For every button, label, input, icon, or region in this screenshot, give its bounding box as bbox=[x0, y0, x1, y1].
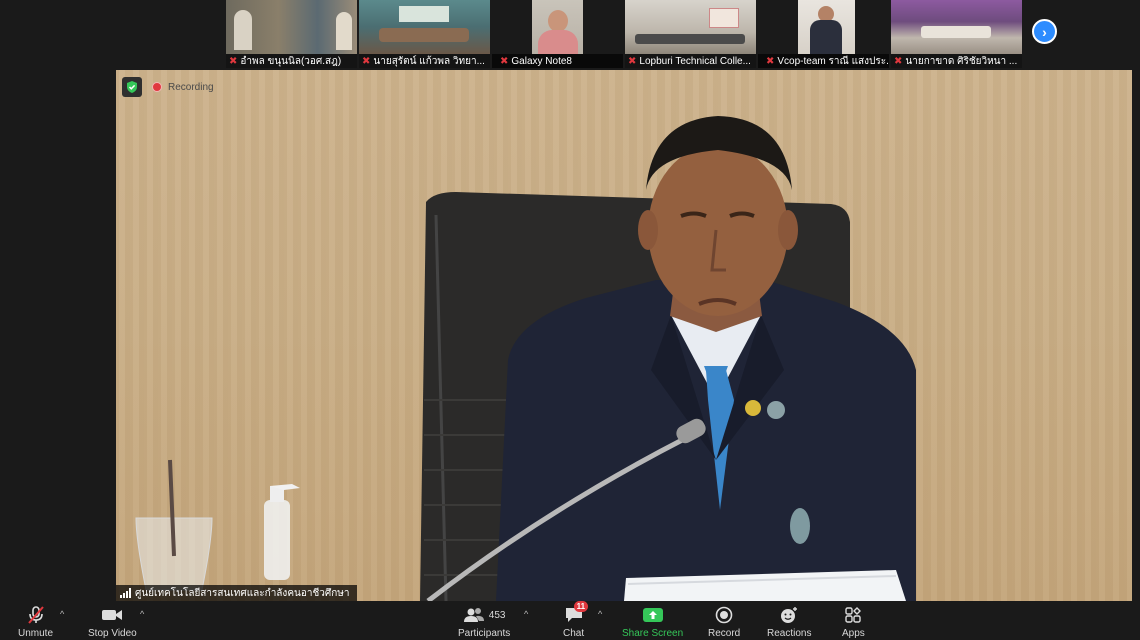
participant-name: Vcop-team ราณี แสงประ... bbox=[777, 55, 889, 67]
participant-name: Lopburi Technical Colle... bbox=[639, 55, 751, 67]
participant-tile-5[interactable]: ✖ Vcop-team ราณี แสงประ... bbox=[758, 0, 889, 68]
participant-name: Galaxy Note8 bbox=[511, 55, 572, 67]
record-icon bbox=[715, 604, 733, 626]
stop-video-button[interactable]: Stop Video bbox=[88, 604, 137, 639]
audio-options-caret-icon[interactable]: ^ bbox=[60, 609, 64, 619]
participant-namebar: ✖ นายกาขาด ศิริชัยวิหนา ... bbox=[891, 54, 1022, 68]
participant-name: อำพล ขนุนนิล(วอศ.สฎ) bbox=[240, 55, 342, 67]
participant-namebar: ✖ Vcop-team ราณี แสงประ... bbox=[758, 54, 889, 68]
recording-label: Recording bbox=[168, 81, 214, 93]
participant-video-3 bbox=[532, 0, 583, 54]
muted-mic-icon: ✖ bbox=[628, 55, 637, 67]
share-screen-label: Share Screen bbox=[622, 628, 684, 639]
recording-dot-icon bbox=[152, 82, 162, 92]
participant-namebar: ✖ Lopburi Technical Colle... bbox=[625, 54, 756, 68]
participant-namebar: ✖ นายสุรัตน์ แก้วพล วิทยา... bbox=[359, 54, 490, 68]
chat-label: Chat bbox=[563, 628, 585, 639]
participants-icon: 453 bbox=[463, 604, 506, 626]
video-options-caret-icon[interactable]: ^ bbox=[140, 609, 144, 619]
reactions-button[interactable]: Reactions bbox=[767, 604, 811, 639]
participant-namebar: ✖ Galaxy Note8 bbox=[492, 54, 623, 68]
smiley-plus-icon bbox=[779, 604, 799, 626]
participants-button[interactable]: 453 Participants bbox=[458, 604, 510, 639]
participant-tile-4[interactable]: ✖ Lopburi Technical Colle... bbox=[625, 0, 756, 68]
reactions-label: Reactions bbox=[767, 628, 812, 639]
chat-bubble-icon: 11 bbox=[564, 601, 589, 626]
participant-tile-2[interactable]: ✖ นายสุรัตน์ แก้วพล วิทยา... bbox=[359, 0, 490, 68]
participant-tile-1[interactable]: ✖ อำพล ขนุนนิล(วอศ.สฎ) bbox=[226, 0, 357, 68]
speaker-name: ศูนย์เทคโนโลยีสารสนเทศและกำลังคนอาชีวศึก… bbox=[135, 587, 350, 599]
share-screen-icon bbox=[642, 604, 664, 626]
stop-video-label: Stop Video bbox=[88, 628, 137, 639]
participant-name: นายสุรัตน์ แก้วพล วิทยา... bbox=[373, 55, 485, 67]
participant-video-6 bbox=[891, 0, 1022, 54]
unmute-label: Unmute bbox=[18, 628, 54, 639]
record-button[interactable]: Record bbox=[708, 604, 740, 639]
participant-strip: ✖ อำพล ขนุนนิล(วอศ.สฎ) ✖ นายสุรัตน์ แก้ว… bbox=[226, 0, 1022, 68]
participant-video-5 bbox=[798, 0, 855, 54]
chat-options-caret-icon[interactable]: ^ bbox=[598, 609, 602, 619]
muted-mic-icon: ✖ bbox=[766, 55, 775, 67]
participant-tile-3[interactable]: ✖ Galaxy Note8 bbox=[492, 0, 623, 68]
speaker-scene bbox=[135, 116, 916, 601]
video-camera-icon bbox=[101, 604, 123, 626]
participants-label: Participants bbox=[458, 628, 511, 639]
apps-button[interactable]: Apps bbox=[842, 604, 865, 639]
next-page-arrow-icon[interactable]: › bbox=[1032, 19, 1057, 44]
chat-button[interactable]: 11 Chat bbox=[563, 601, 589, 639]
muted-mic-icon: ✖ bbox=[362, 55, 371, 67]
speaker-name-tag: ศูนย์เทคโนโลยีสารสนเทศและกำลังคนอาชีวศึก… bbox=[116, 585, 358, 601]
recording-indicator: Recording bbox=[122, 77, 214, 97]
active-speaker-video: Recording ศูนย์เทคโนโลยีสารสนเทศและกำลัง… bbox=[116, 70, 1132, 601]
apps-label: Apps bbox=[842, 628, 865, 639]
participant-tile-6[interactable]: ✖ นายกาขาด ศิริชัยวิหนา ... bbox=[891, 0, 1022, 68]
participant-namebar: ✖ อำพล ขนุนนิล(วอศ.สฎ) bbox=[226, 54, 357, 68]
participants-count: 453 bbox=[488, 609, 506, 621]
apps-grid-icon bbox=[844, 604, 862, 626]
participant-name: นายกาขาด ศิริชัยวิหนา ... bbox=[905, 55, 1018, 67]
participant-video-1 bbox=[226, 0, 357, 54]
participants-options-caret-icon[interactable]: ^ bbox=[524, 609, 528, 619]
share-screen-button[interactable]: Share Screen bbox=[622, 604, 683, 639]
participant-video-2 bbox=[359, 0, 490, 54]
meeting-toolbar: Unmute ^ Stop Video ^ 453 Participants ^… bbox=[0, 601, 1140, 640]
muted-mic-icon: ✖ bbox=[894, 55, 903, 67]
security-shield-icon[interactable] bbox=[122, 77, 142, 97]
chat-unread-badge: 11 bbox=[573, 601, 589, 612]
participant-video-4 bbox=[625, 0, 756, 54]
record-label: Record bbox=[708, 628, 741, 639]
unmute-button[interactable]: Unmute bbox=[18, 604, 53, 639]
muted-microphone-icon bbox=[26, 604, 46, 626]
signal-strength-icon bbox=[120, 588, 131, 598]
muted-mic-icon: ✖ bbox=[500, 55, 509, 67]
muted-mic-icon: ✖ bbox=[229, 55, 238, 67]
